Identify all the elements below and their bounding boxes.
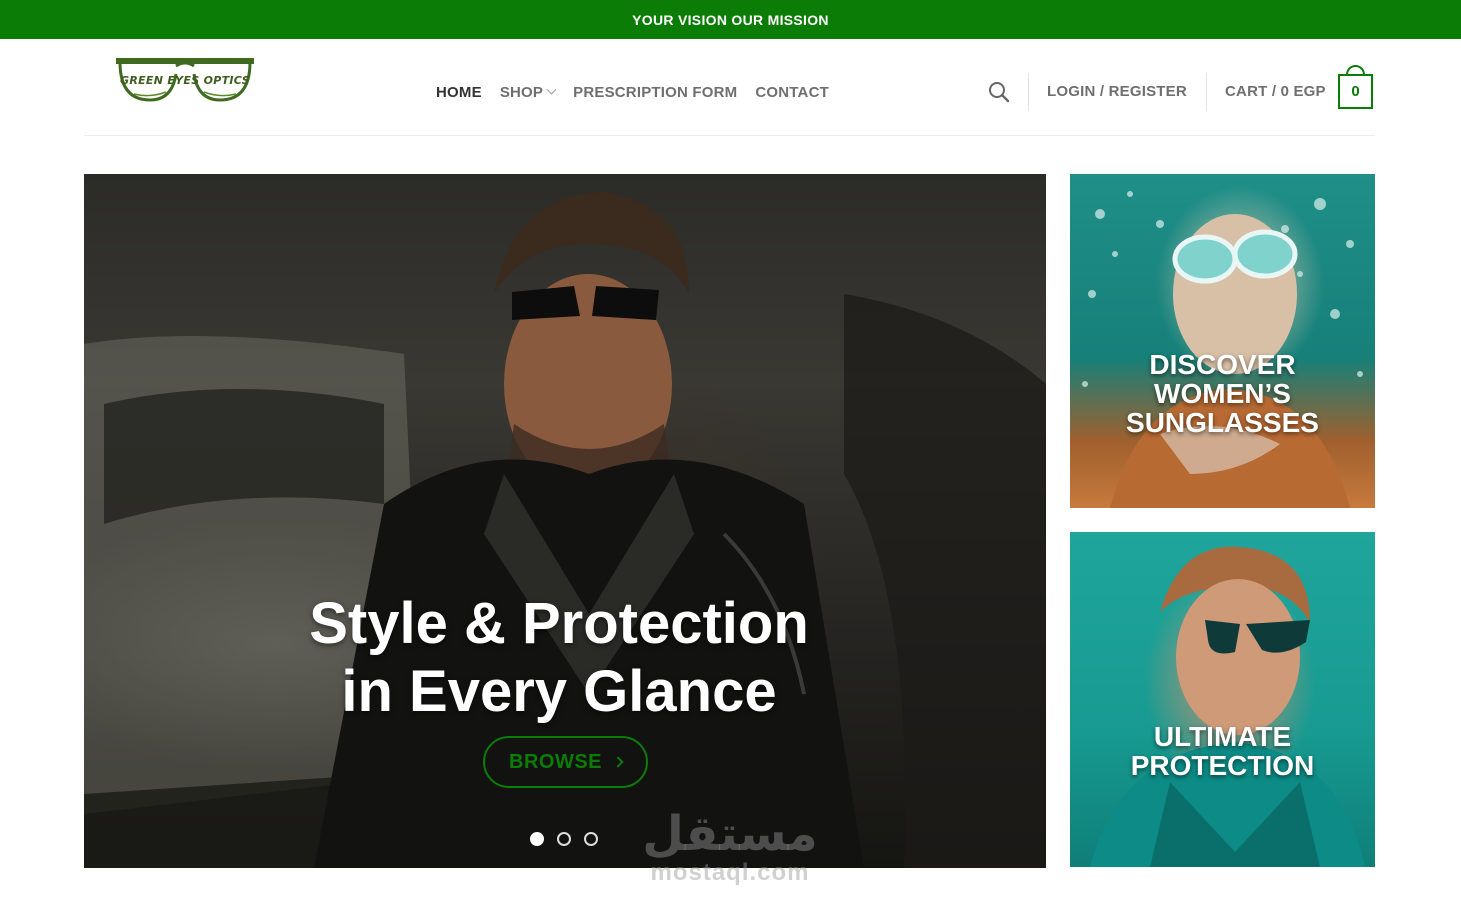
promo-title-line: DISCOVER: [1149, 349, 1296, 380]
promo-title-line: SUNGLASSES: [1126, 407, 1319, 438]
slider-dot[interactable]: [584, 832, 598, 846]
hero-slider[interactable]: Style & Protection in Every Glance BROWS…: [84, 174, 1046, 868]
promo-womens-sunglasses[interactable]: DISCOVER WOMEN’S SUNGLASSES: [1070, 174, 1375, 508]
site-logo[interactable]: GREEN EYES OPTICS: [110, 52, 260, 108]
browse-button[interactable]: BROWSE: [483, 736, 648, 788]
browse-label: BROWSE: [509, 750, 602, 773]
promo-image-women: [1082, 191, 1363, 508]
hero-title-line1: Style & Protection: [309, 591, 809, 656]
nav-item-home[interactable]: HOME: [436, 84, 482, 101]
nav-item-prescription-form[interactable]: PRESCRIPTION FORM: [573, 84, 737, 101]
logo-text: GREEN EYES OPTICS: [119, 74, 251, 87]
nav-label-prescription-form: PRESCRIPTION FORM: [573, 83, 738, 101]
nav-item-shop[interactable]: SHOP: [499, 83, 557, 101]
cart-link[interactable]: CART / 0 EGP: [1225, 83, 1326, 100]
promo-ultimate-protection[interactable]: ULTIMATE PROTECTION: [1070, 532, 1375, 867]
nav-item-contact[interactable]: CONTACT: [755, 84, 829, 101]
header-divider: [84, 135, 1375, 136]
promo-title-men: ULTIMATE PROTECTION: [1070, 722, 1375, 780]
search-icon[interactable]: [988, 81, 1010, 103]
header-separator: [1028, 73, 1029, 111]
announcement-bar: YOUR VISION OUR MISSION: [0, 0, 1461, 39]
promo-title-women: DISCOVER WOMEN’S SUNGLASSES: [1070, 350, 1375, 437]
hero-title-line2: in Every Glance: [341, 659, 777, 724]
chevron-down-icon: [546, 84, 557, 95]
nav-label-shop: SHOP: [499, 83, 544, 101]
watermark: مستقل mostaql.com: [630, 808, 830, 898]
login-register-link[interactable]: LOGIN / REGISTER: [1047, 83, 1187, 100]
hero-title: Style & Protection in Every Glance: [84, 590, 1046, 726]
header-separator: [1206, 73, 1207, 111]
nav-label-contact: CONTACT: [755, 83, 829, 101]
promo-title-line: WOMEN’S: [1154, 378, 1291, 409]
slider-dots: [530, 832, 598, 846]
announcement-text: YOUR VISION OUR MISSION: [632, 11, 829, 28]
chevron-right-icon: [612, 756, 624, 768]
promo-image-men: [1090, 546, 1365, 867]
nav-label-home: HOME: [436, 83, 482, 101]
main-nav: HOME SHOP PRESCRIPTION FORM CONTACT: [436, 82, 847, 102]
promo-title-line: ULTIMATE: [1153, 721, 1292, 752]
slider-dot[interactable]: [557, 832, 571, 846]
watermark-latin: mostaql.com: [650, 859, 810, 886]
slider-dot[interactable]: [530, 832, 544, 846]
promo-title-line: PROTECTION: [1130, 750, 1315, 781]
cart-count-badge[interactable]: 0: [1338, 74, 1373, 109]
watermark-arabic: مستقل: [642, 806, 818, 862]
